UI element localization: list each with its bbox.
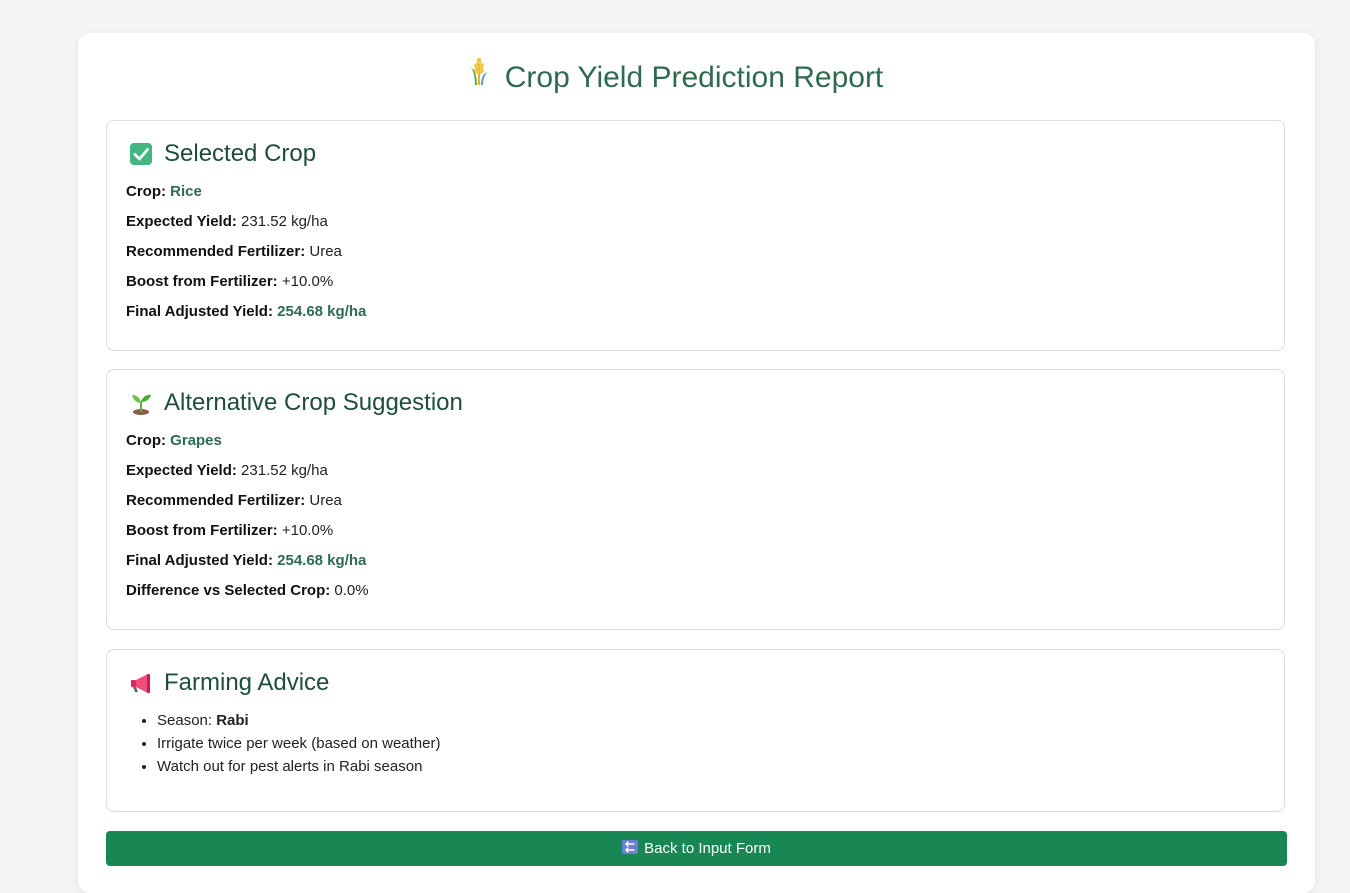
alternative-yield-value: 231.52 kg/ha [241, 462, 328, 479]
alternative-final-yield-value: 254.68 kg/ha [277, 552, 367, 569]
alternative-crop-value: Grapes [170, 432, 222, 449]
alternative-final-yield-row: Final Adjusted Yield: 254.68 kg/ha [126, 552, 367, 569]
selected-boost-row: Boost from Fertilizer: +10.0% [126, 273, 334, 290]
selected-final-yield-row: Final Adjusted Yield: 254.68 kg/ha [126, 303, 367, 320]
advice-list: Season: Rabi Irrigate twice per week (ba… [126, 709, 440, 778]
selected-yield-row: Expected Yield: 231.52 kg/ha [126, 213, 328, 230]
alternative-crop-row: Crop: Grapes [126, 432, 222, 449]
selected-crop-panel: Selected Crop Crop: Rice Expected Yield:… [106, 120, 1285, 351]
selected-final-yield-value: 254.68 kg/ha [277, 303, 367, 320]
alternative-fertilizer-value: Urea [309, 492, 342, 509]
back-arrow-icon [622, 839, 639, 858]
page-title-text: Crop Yield Prediction Report [504, 61, 884, 94]
selected-crop-row: Crop: Rice [126, 183, 202, 200]
back-to-input-button[interactable]: Back to Input Form [106, 831, 1287, 866]
list-item: Irrigate twice per week (based on weathe… [157, 732, 440, 755]
farming-advice-panel: Farming Advice Season: Rabi Irrigate twi… [106, 649, 1285, 812]
alternative-boost-value: +10.0% [281, 522, 334, 539]
farming-advice-heading-text: Farming Advice [164, 669, 330, 696]
alternative-boost-row: Boost from Fertilizer: +10.0% [126, 522, 334, 539]
selected-crop-value: Rice [170, 183, 202, 200]
alternative-difference-row: Difference vs Selected Crop: 0.0% [126, 582, 369, 599]
alternative-crop-panel: Alternative Crop Suggestion Crop: Grapes… [106, 369, 1285, 630]
alternative-crop-heading-text: Alternative Crop Suggestion [164, 389, 463, 416]
selected-crop-heading-text: Selected Crop [164, 140, 317, 167]
season-value: Rabi [216, 712, 249, 729]
list-item: Season: Rabi [157, 709, 440, 732]
check-box-icon [129, 142, 153, 166]
selected-fertilizer-row: Recommended Fertilizer: Urea [126, 243, 342, 260]
page-title: Crop Yield Prediction Report [0, 56, 1350, 100]
selected-crop-heading: Selected Crop [129, 139, 316, 169]
selected-fertilizer-value: Urea [309, 243, 342, 260]
alternative-difference-value: 0.0% [334, 582, 369, 599]
selected-yield-value: 231.52 kg/ha [241, 213, 328, 230]
alternative-fertilizer-row: Recommended Fertilizer: Urea [126, 492, 342, 509]
selected-boost-value: +10.0% [281, 273, 334, 290]
seedling-icon [129, 391, 153, 415]
farming-advice-heading: Farming Advice [129, 668, 329, 698]
wheat-icon [467, 56, 491, 97]
list-item: Watch out for pest alerts in Rabi season [157, 755, 440, 778]
megaphone-icon [129, 671, 153, 695]
back-to-input-button-label: Back to Input Form [644, 840, 771, 857]
alternative-crop-heading: Alternative Crop Suggestion [129, 388, 463, 418]
alternative-yield-row: Expected Yield: 231.52 kg/ha [126, 462, 328, 479]
